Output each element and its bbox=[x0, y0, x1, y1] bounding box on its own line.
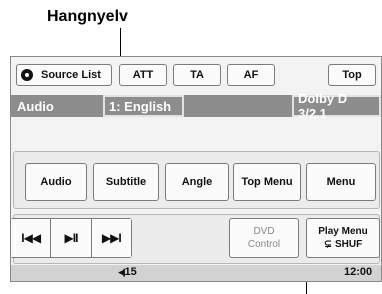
play-menu-label-1: Play Menu bbox=[318, 226, 368, 237]
source-list-button[interactable]: Source List bbox=[16, 64, 112, 86]
play-menu-button[interactable]: Play Menu ⊊ SHUF bbox=[306, 218, 380, 258]
audio-button[interactable]: Audio bbox=[25, 163, 87, 201]
af-label: AF bbox=[243, 69, 259, 81]
audio-button-label: Audio bbox=[40, 176, 72, 188]
subtitle-button[interactable]: Subtitle bbox=[93, 163, 159, 201]
next-track-icon: ▶▶I bbox=[101, 231, 122, 245]
volume-icon: ◀| bbox=[118, 266, 126, 277]
angle-button-label: Angle bbox=[181, 176, 213, 188]
af-button[interactable]: AF bbox=[227, 64, 275, 86]
att-label: ATT bbox=[132, 69, 154, 81]
play-menu-label-2: ⊊ SHUF bbox=[323, 239, 363, 250]
ta-label: TA bbox=[190, 69, 204, 81]
transport-controls: I◀◀ ▶II ▶▶I bbox=[10, 218, 132, 258]
dvd-control-label-2: Control bbox=[247, 239, 281, 250]
top-button[interactable]: Top bbox=[328, 64, 376, 86]
top-menu-button[interactable]: Top Menu bbox=[233, 163, 301, 201]
volume-indicator: ◀| 15 bbox=[118, 266, 137, 278]
dvd-control-button[interactable]: DVD Control bbox=[229, 218, 299, 258]
play-pause-button[interactable]: ▶II bbox=[51, 219, 92, 257]
menu-button[interactable]: Menu bbox=[306, 163, 376, 201]
angle-button[interactable]: Angle bbox=[165, 163, 229, 201]
previous-track-icon: I◀◀ bbox=[21, 231, 41, 245]
top-menu-button-label: Top Menu bbox=[241, 176, 293, 188]
menu-button-label: Menu bbox=[326, 176, 356, 188]
audio-language-box: 1: English bbox=[103, 95, 184, 117]
subtitle-button-label: Subtitle bbox=[105, 176, 147, 188]
callout-top-label: Hangnyelv bbox=[47, 8, 128, 25]
audio-format-value: Dolby D 3/2.1 bbox=[298, 91, 348, 121]
dvd-control-label-1: DVD bbox=[253, 226, 275, 237]
source-list-label: Source List bbox=[41, 69, 101, 81]
volume-value: 15 bbox=[124, 266, 137, 278]
ta-button[interactable]: TA bbox=[173, 64, 221, 86]
info-source: Audio bbox=[17, 99, 54, 114]
clock: 12:00 bbox=[344, 266, 373, 278]
audio-format-box: Dolby D 3/2.1 bbox=[292, 91, 381, 121]
att-button[interactable]: ATT bbox=[119, 64, 167, 86]
audio-language-value: 1: English bbox=[109, 98, 172, 114]
previous-track-button[interactable]: I◀◀ bbox=[11, 219, 52, 257]
radio-dot-icon bbox=[21, 69, 33, 81]
next-track-button[interactable]: ▶▶I bbox=[91, 219, 131, 257]
status-bar bbox=[11, 265, 381, 281]
play-pause-icon: ▶II bbox=[64, 231, 79, 245]
top-label: Top bbox=[342, 69, 362, 81]
